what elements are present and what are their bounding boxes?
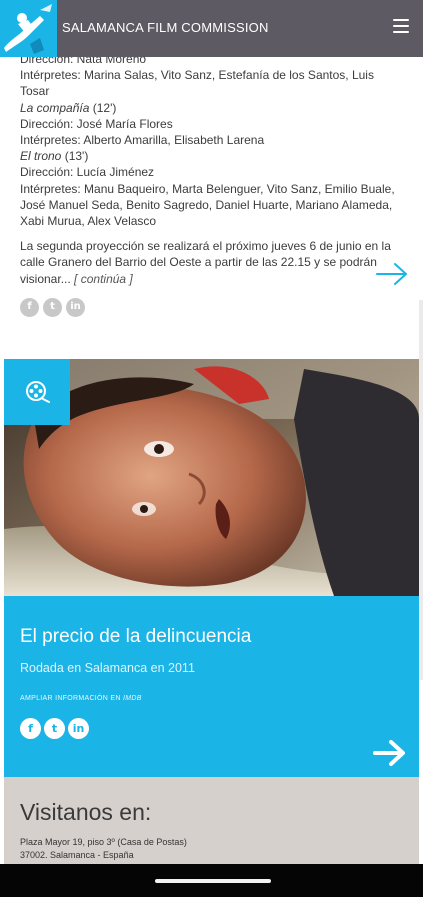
article-body: Dirección: Nata Moreno Intérpretes: Marin…: [0, 57, 423, 359]
article-line: Intérpretes: Manu Baqueiro, Marta Beleng…: [20, 181, 395, 229]
hamburger-menu-icon[interactable]: [393, 19, 409, 35]
brand-title[interactable]: SALAMANCA FILM COMMISSION: [62, 20, 269, 35]
short-film-duration: (13'): [61, 149, 89, 164]
imdb-prefix: AMPLIAR INFORMACIÓN EN: [20, 695, 123, 702]
imdb-label[interactable]: IMDB: [123, 695, 142, 702]
address-line-1: Plaza Mayor 19, piso 3º (Casa de Postas): [20, 837, 187, 847]
article-social-links: f t in: [20, 297, 403, 317]
article-line: El trono (13'): [20, 148, 403, 164]
film-social-links: f t in: [20, 718, 89, 739]
short-film-title: La compañía: [20, 100, 90, 115]
continue-link[interactable]: [ continúa ]: [74, 272, 133, 286]
logo[interactable]: [0, 0, 57, 57]
article-line: La compañía (12'): [20, 100, 403, 116]
facebook-icon[interactable]: f: [20, 718, 41, 739]
imdb-link[interactable]: AMPLIAR INFORMACIÓN EN IMDB: [20, 695, 142, 702]
arrow-right-solid-icon[interactable]: [373, 738, 407, 768]
system-navigation-bar: [0, 864, 423, 897]
logo-icon: [0, 0, 57, 57]
twitter-icon[interactable]: t: [44, 718, 65, 739]
film-title[interactable]: El precio de la delincuencia: [20, 626, 251, 648]
facebook-icon[interactable]: f: [20, 297, 39, 317]
article-line: Dirección: Nata Moreno: [20, 57, 147, 66]
address: Plaza Mayor 19, piso 3º (Casa de Postas)…: [20, 836, 187, 861]
visit-heading: Visitanos en:: [20, 799, 152, 825]
short-film-duration: (12'): [89, 100, 117, 115]
arrow-right-outline-icon[interactable]: [375, 262, 409, 286]
address-line-2: 37002. Salamanca - España: [20, 849, 134, 860]
article-line: Dirección: Lucía Jiménez: [20, 165, 155, 180]
home-gesture-handle[interactable]: [155, 879, 271, 883]
film-reel-icon: [4, 359, 70, 425]
article-line: Intérpretes: Marina Salas, Vito Sanz, Es…: [20, 68, 374, 99]
top-bar: SALAMANCA FILM COMMISSION: [0, 0, 423, 57]
linkedin-icon[interactable]: in: [66, 297, 85, 317]
article-line: Intérpretes: Alberto Amarilla, Elisabeth…: [20, 133, 265, 148]
twitter-icon[interactable]: t: [43, 297, 62, 317]
short-film-title: El trono: [20, 149, 62, 164]
film-info-panel: El precio de la delincuencia Rodada en S…: [4, 596, 419, 777]
article-line: Dirección: José María Flores: [20, 116, 173, 131]
scrollbar[interactable]: [419, 300, 423, 680]
article-paragraph: La segunda proyección se realizará el pr…: [20, 238, 403, 287]
film-subtitle: Rodada en Salamanca en 2011: [20, 661, 195, 675]
contact-footer: Visitanos en: Plaza Mayor 19, piso 3º (C…: [4, 777, 419, 864]
linkedin-icon[interactable]: in: [68, 718, 89, 739]
